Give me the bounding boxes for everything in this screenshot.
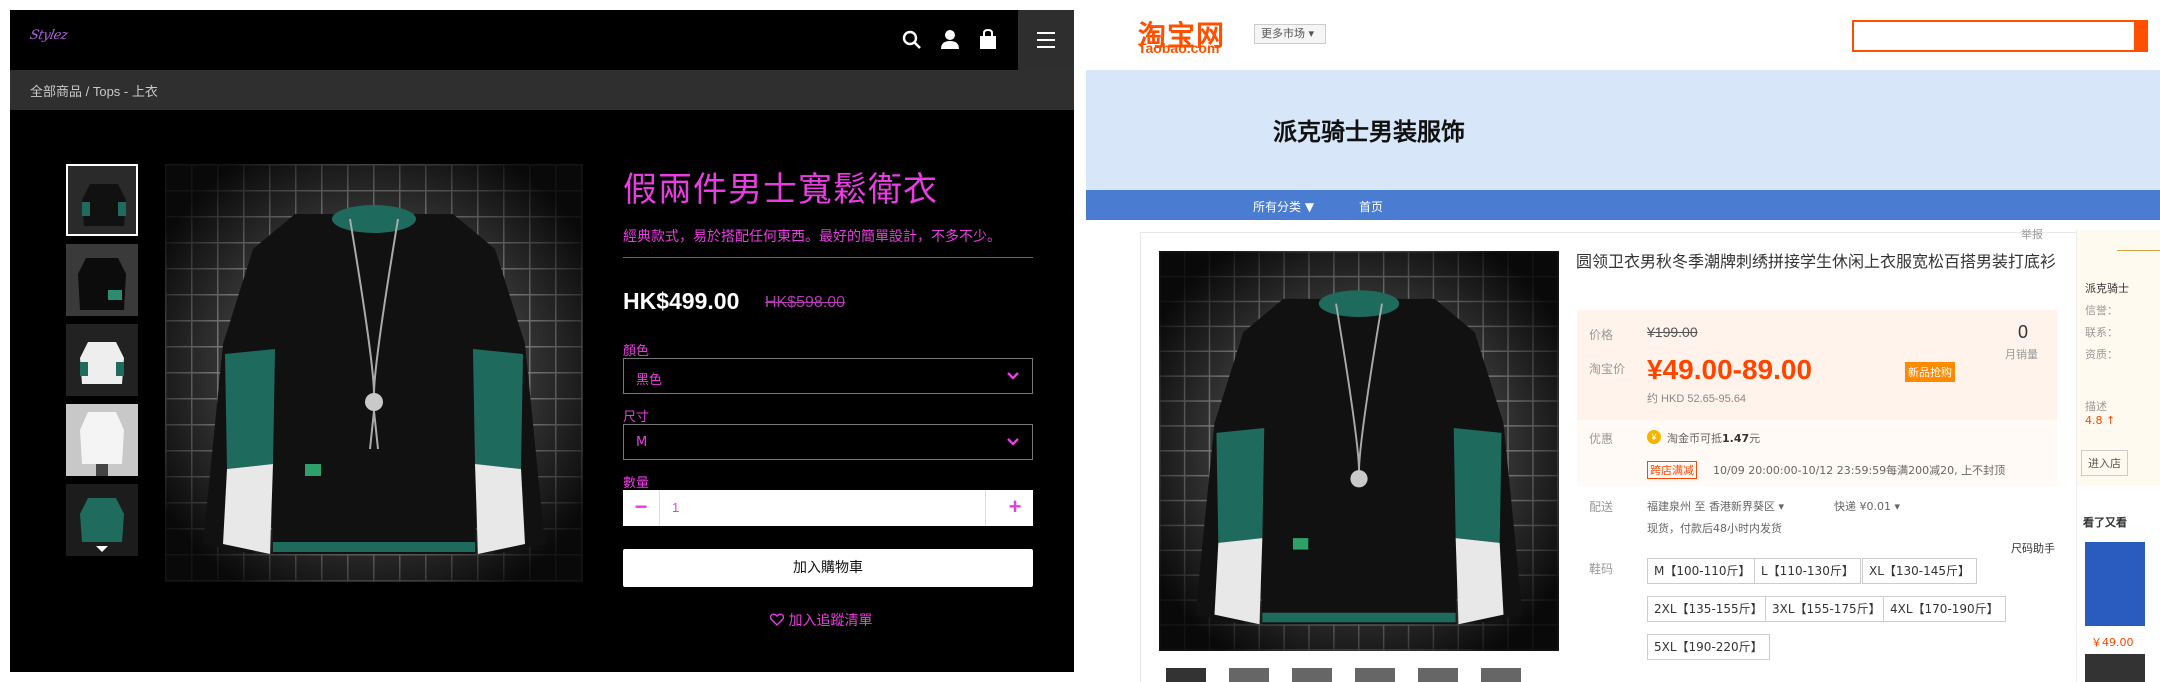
quantity-stepper: − 1 + (623, 490, 1033, 526)
recommend-thumbnail[interactable] (2085, 542, 2145, 626)
image-thumbnail[interactable] (1481, 668, 1521, 682)
color-label: 顏色 (623, 344, 650, 359)
shop-nav-bar: 所有分类 ▼ 首页 (1086, 190, 2160, 220)
divider (623, 257, 1033, 258)
cross-store-tag[interactable]: 跨店满减 (1647, 461, 1697, 479)
original-price: ¥199.00 (1647, 324, 1698, 340)
size-option[interactable]: M【100-110斤】 (1647, 558, 1758, 584)
report-link[interactable]: 举报 (2021, 226, 2043, 242)
promo-time: 10/09 20:00:00-10/12 23:59:59每满200减20, 上… (1713, 464, 2006, 477)
product-thumbnail[interactable] (66, 244, 138, 316)
shipping-route[interactable]: 福建泉州 至 香港新界葵区 ▾ (1647, 498, 1784, 514)
taobao-price-label: 淘宝价 (1589, 362, 1626, 376)
size-option[interactable]: 2XL【135-155斤】 (1647, 596, 1770, 622)
coin-offer: 淘金币可抵1.47元 (1667, 432, 1761, 445)
stylez-product-page: Stylez 全部商品 / Tops - 上衣 假兩件男士寬鬆衛衣 經典款式，易… (10, 10, 1074, 672)
product-price: HK$499.00 (623, 288, 740, 314)
taobao-product-page: 淘宝网 Taobao.com 更多市场 ▾ 派克骑士男装服饰 所有分类 ▼ 首页… (1086, 0, 2160, 682)
main-product-image[interactable] (1159, 251, 1559, 651)
shipping-fee[interactable]: 快递 ¥0.01 ▾ (1834, 498, 1900, 514)
quantity-input[interactable]: 1 (672, 500, 679, 515)
image-thumbnail[interactable] (1166, 668, 1206, 682)
side-shop-name[interactable]: 派克骑士 (2085, 280, 2129, 296)
size-label: 尺寸 (623, 410, 650, 425)
color-select[interactable]: 黑色 (623, 358, 1033, 394)
image-thumbnail[interactable] (1229, 668, 1269, 682)
side-qualification: 资质： (2085, 348, 2118, 361)
see-also-title: 看了又看 (2083, 516, 2127, 529)
quantity-increase-button[interactable]: + (997, 490, 1033, 526)
image-thumbnail[interactable] (1355, 668, 1395, 682)
image-thumbnail[interactable] (1418, 668, 1458, 682)
product-thumbnail[interactable] (66, 404, 138, 476)
shopping-bag-icon[interactable] (974, 26, 1002, 54)
nav-all-categories[interactable]: 所有分类 ▼ (1253, 198, 1314, 215)
size-label: 鞋码 (1589, 562, 1614, 576)
chevron-down-icon (1007, 372, 1019, 380)
breadcrumb[interactable]: 全部商品 / Tops - 上衣 (30, 81, 158, 100)
heart-icon (769, 613, 785, 626)
current-price: ¥49.00-89.00 (1647, 354, 1813, 385)
product-thumbnail[interactable] (66, 324, 138, 396)
taobao-logo-sub: Taobao.com (1138, 40, 1220, 56)
hkd-approx: 约 HKD 52.65-95.64 (1647, 393, 1747, 405)
breadcrumb-bar: 全部商品 / Tops - 上衣 (10, 70, 1074, 110)
search-input[interactable] (1852, 20, 2148, 52)
recommend-thumbnail[interactable] (2085, 654, 2145, 682)
monthly-sales-count: 0 (2018, 322, 2029, 342)
chevron-down-icon (1007, 438, 1019, 446)
promo-label: 优惠 (1589, 432, 1614, 446)
monthly-sales-label: 月销量 (2005, 348, 2038, 361)
size-option[interactable]: L【110-130斤】 (1754, 558, 1861, 584)
shipping-label: 配送 (1589, 500, 1614, 514)
size-option[interactable]: 4XL【170-190斤】 (1883, 596, 2006, 622)
enter-shop-button[interactable]: 进入店 (2081, 450, 2128, 476)
store-logo[interactable]: Stylez (28, 28, 70, 50)
quantity-label: 數量 (623, 476, 650, 491)
color-select-value: 黑色 (636, 373, 663, 388)
original-price: HK$598.00 (765, 294, 846, 311)
size-option[interactable]: XL【130-145斤】 (1862, 558, 1978, 584)
nav-home[interactable]: 首页 (1359, 198, 1383, 215)
more-markets-dropdown[interactable]: 更多市场 ▾ (1254, 24, 1326, 44)
side-contact: 联系： (2085, 326, 2118, 339)
size-option[interactable]: 3XL【155-175斤】 (1765, 596, 1888, 622)
shop-info-card: 派克骑士 信誉： 联系： 资质： 描述 4.8 ↑ 进入店 (2077, 230, 2160, 486)
hamburger-menu-icon[interactable] (1018, 10, 1074, 70)
shop-name[interactable]: 派克骑士男装服饰 (1273, 112, 1465, 147)
taobao-coin-icon: ¥ (1647, 430, 1661, 444)
product-title: 圆领卫衣男秋冬季潮牌刺绣拼接学生休闲上衣服宽松百搭男装打底衫 (1576, 252, 2057, 271)
size-select-value: M (636, 435, 648, 450)
side-desc-label: 描述 (2085, 400, 2107, 413)
add-to-cart-button[interactable]: 加入購物車 (623, 549, 1033, 587)
side-credit: 信誉： (2085, 304, 2118, 317)
size-select[interactable]: M (623, 424, 1033, 460)
side-desc-score: 4.8 ↑ (2085, 414, 2116, 427)
shipping-note: 现货，付款后48小时内发货 (1647, 522, 1782, 535)
product-thumbnail[interactable] (66, 484, 138, 556)
search-button[interactable] (2134, 20, 2148, 52)
recommend-price: ￥49.00 (2091, 636, 2134, 649)
promotion-section: 优惠 ¥ 淘金币可抵1.47元 跨店满减 10/09 20:00:00-10/1… (1577, 420, 2057, 486)
image-thumbnail[interactable] (1292, 668, 1332, 682)
size-helper-link[interactable]: 尺码助手 (2011, 540, 2055, 556)
product-thumbnail[interactable] (66, 164, 138, 236)
shop-info-sidebar: 派克骑士 信誉： 联系： 资质： 描述 4.8 ↑ 进入店 看了又看 ￥49.0… (2076, 230, 2160, 682)
wishlist-label: 加入追蹤清單 (788, 613, 873, 629)
quantity-decrease-button[interactable]: − (623, 490, 659, 526)
product-description: 經典款式，易於搭配任何東西。最好的簡單設計，不多不少。 (623, 229, 1001, 245)
main-product-image[interactable] (165, 164, 583, 582)
add-to-wishlist-link[interactable]: 加入追蹤清單 (769, 610, 873, 630)
user-icon[interactable] (936, 26, 964, 54)
price-label: 价格 (1589, 328, 1614, 342)
new-promo-badge: 新品抢购 (1905, 362, 1955, 382)
top-nav-bar: Stylez (10, 10, 1074, 70)
size-option[interactable]: 5XL【190-220斤】 (1647, 634, 1770, 660)
search-icon[interactable] (898, 26, 926, 54)
price-box: 价格 ¥199.00 淘宝价 ¥49.00-89.00 新品抢购 约 HKD 5… (1577, 310, 2057, 420)
product-title: 假兩件男士寬鬆衛衣 (623, 170, 938, 210)
shop-banner: 派克骑士男装服饰 (1086, 70, 2160, 190)
